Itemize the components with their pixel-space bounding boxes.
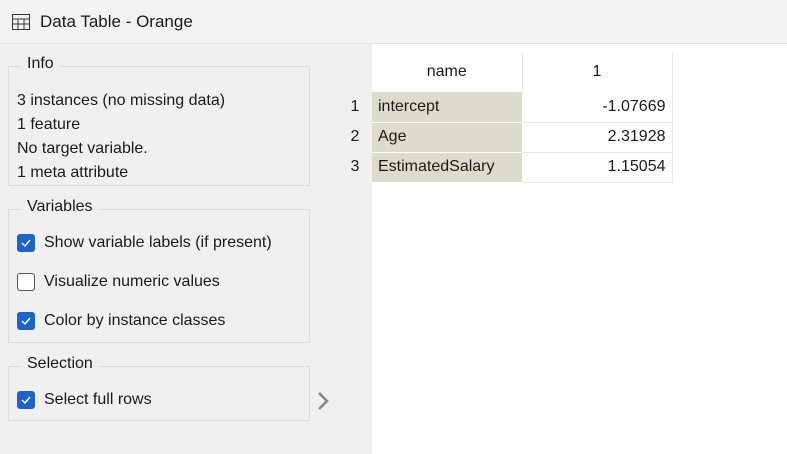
checkbox-checked-icon[interactable]: [17, 312, 35, 330]
info-instances: 3 instances (no missing data): [17, 92, 226, 109]
visualize-numeric-values-checkbox[interactable]: Visualize numeric values: [17, 273, 220, 291]
table-row[interactable]: 2 Age 2.31928: [338, 122, 673, 153]
select-full-rows-checkbox[interactable]: Select full rows: [17, 391, 152, 409]
checkbox-checked-icon[interactable]: [17, 234, 35, 252]
checkbox-checked-icon[interactable]: [17, 391, 35, 409]
row-number[interactable]: 3: [338, 152, 372, 182]
info-text: 3 instances (no missing data) 1 feature …: [17, 89, 225, 185]
variables-group: Variables Show variable labels (if prese…: [8, 198, 310, 343]
control-panel: Info 3 instances (no missing data) 1 fea…: [0, 44, 338, 454]
meta-cell[interactable]: intercept: [372, 92, 522, 123]
row-number[interactable]: 2: [338, 122, 372, 152]
info-features: 1 feature: [17, 116, 81, 133]
title-bar: Data Table - Orange: [0, 0, 787, 44]
select-full-rows-label: Select full rows: [44, 391, 152, 408]
checkbox-unchecked-icon[interactable]: [17, 273, 35, 291]
data-table[interactable]: name 1 1 intercept -1.07669 2 Age 2.3192…: [338, 52, 673, 183]
selection-group: Selection Select full rows: [8, 355, 310, 421]
table-row[interactable]: 1 intercept -1.07669: [338, 92, 673, 123]
table-icon: [12, 13, 30, 30]
variables-group-title: Variables: [21, 198, 99, 216]
info-target: No target variable.: [17, 140, 148, 157]
corner-button[interactable]: [338, 52, 372, 92]
data-table-view[interactable]: name 1 1 intercept -1.07669 2 Age 2.3192…: [338, 44, 787, 454]
color-by-instance-classes-checkbox[interactable]: Color by instance classes: [17, 312, 225, 330]
show-variable-labels-checkbox[interactable]: Show variable labels (if present): [17, 234, 272, 252]
meta-cell[interactable]: EstimatedSalary: [372, 152, 522, 183]
value-cell[interactable]: 2.31928: [522, 122, 673, 153]
chevron-right-icon[interactable]: [314, 388, 332, 414]
meta-cell[interactable]: Age: [372, 122, 522, 153]
visualize-numeric-values-label: Visualize numeric values: [44, 273, 220, 290]
table-row[interactable]: 3 EstimatedSalary 1.15054: [338, 152, 673, 183]
value-cell[interactable]: -1.07669: [522, 92, 673, 123]
row-number[interactable]: 1: [338, 92, 372, 122]
column-header-name[interactable]: name: [372, 52, 523, 92]
color-by-instance-classes-label: Color by instance classes: [44, 312, 226, 329]
info-group-title: Info: [21, 55, 60, 73]
value-cell[interactable]: 1.15054: [522, 152, 673, 183]
column-header-1[interactable]: 1: [522, 52, 673, 92]
show-variable-labels-label: Show variable labels (if present): [44, 234, 272, 251]
selection-group-title: Selection: [21, 355, 99, 373]
info-group: Info 3 instances (no missing data) 1 fea…: [8, 55, 310, 186]
window-title: Data Table - Orange: [40, 11, 193, 31]
info-meta: 1 meta attribute: [17, 164, 129, 181]
